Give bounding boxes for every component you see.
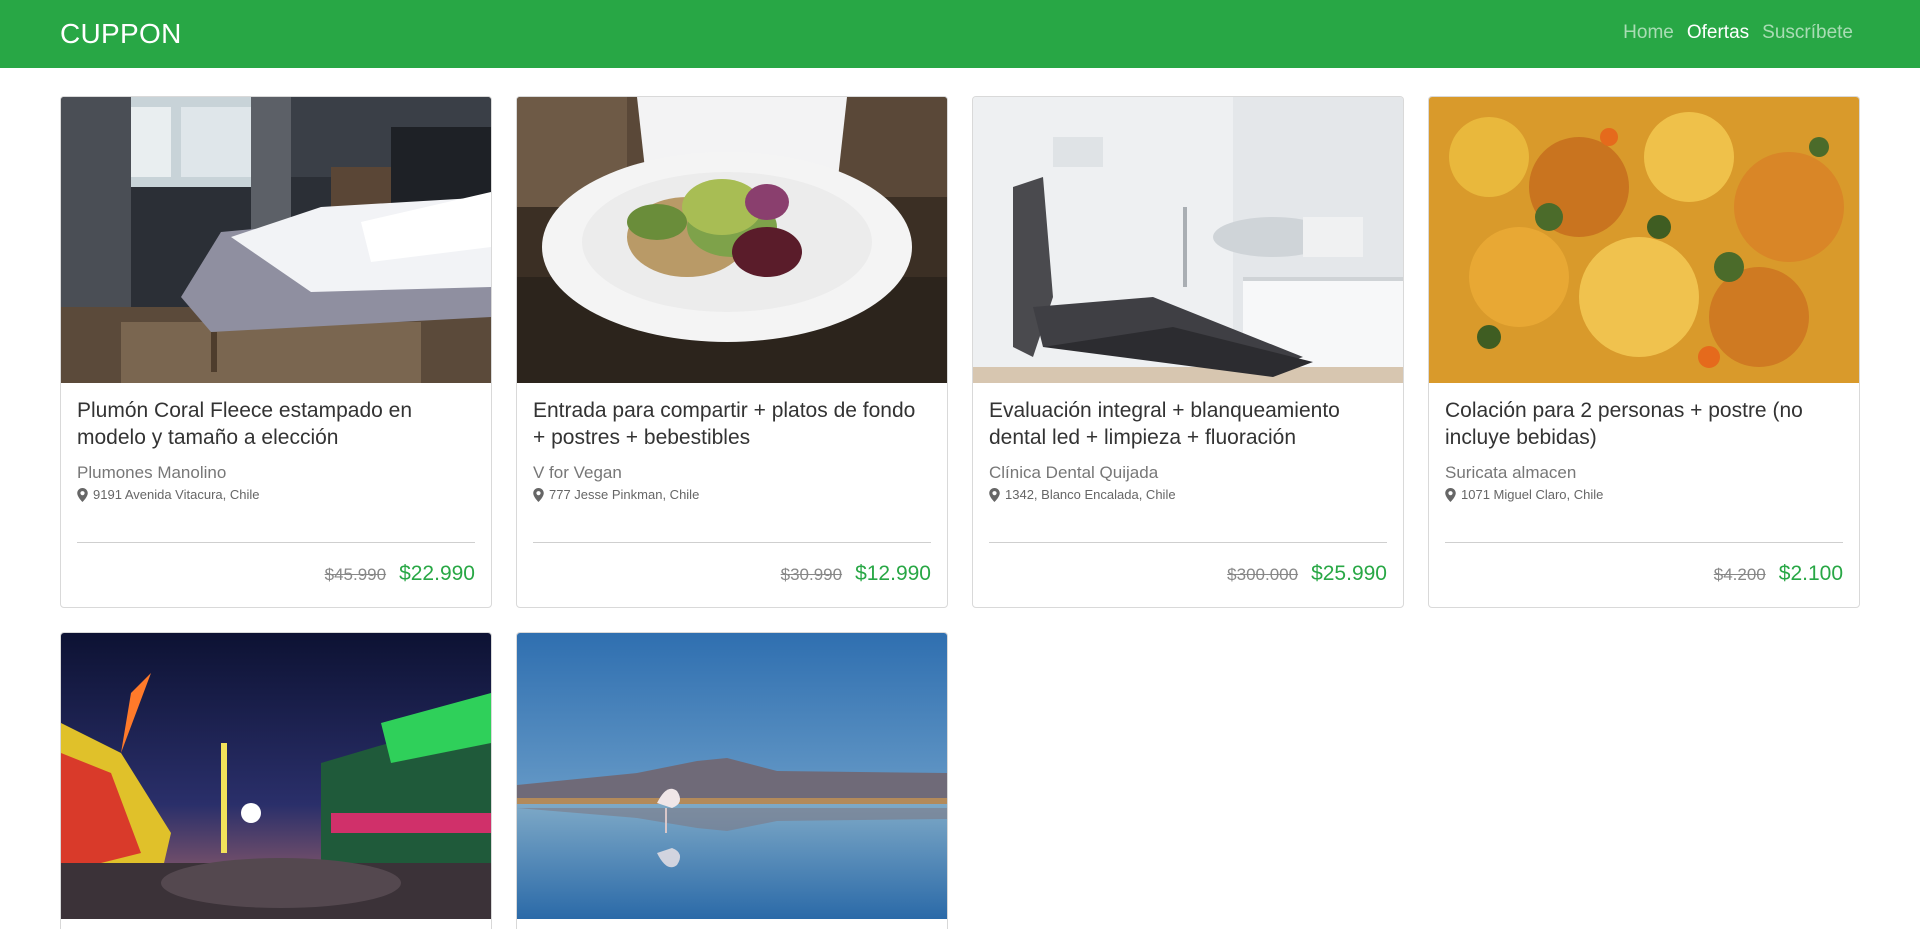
address-text: 777 Jesse Pinkman, Chile — [549, 487, 700, 502]
location-pin-icon — [533, 487, 544, 502]
nav-links: Home Ofertas Suscríbete — [1623, 22, 1853, 44]
price-group: $30.990 $12.990 — [781, 562, 931, 586]
address: 1071 Miguel Claro, Chile — [1445, 487, 1843, 502]
address: 777 Jesse Pinkman, Chile — [533, 487, 931, 502]
offer-image-bedroom[interactable] — [61, 97, 491, 383]
new-price: $25.990 — [1311, 562, 1387, 585]
location-pin-icon — [77, 487, 88, 502]
merchant-name: Clínica Dental Quijada — [989, 463, 1159, 482]
brand-logo[interactable]: CUPPON — [60, 18, 182, 50]
offer-title[interactable]: Plumón Coral Fleece estampado en modelo … — [77, 397, 475, 451]
address-text: 1342, Blanco Encalada, Chile — [1005, 487, 1176, 502]
divider — [533, 542, 931, 543]
merchant-name: Plumones Manolino — [77, 463, 227, 482]
offer-card[interactable] — [60, 632, 492, 929]
offer-title[interactable]: Entrada para compartir + platos de fondo… — [533, 397, 931, 451]
old-price: $30.990 — [780, 565, 843, 584]
nav-link-suscribete[interactable]: Suscríbete — [1762, 22, 1853, 44]
old-price: $300.000 — [1227, 565, 1299, 584]
divider — [1445, 542, 1843, 543]
offer-title[interactable]: Evaluación integral + blanqueamiento den… — [989, 397, 1387, 451]
address: 1342, Blanco Encalada, Chile — [989, 487, 1387, 502]
offer-card[interactable]: Evaluación integral + blanqueamiento den… — [972, 96, 1404, 608]
navbar: CUPPON Home Ofertas Suscríbete — [0, 0, 1920, 68]
new-price: $2.100 — [1778, 562, 1843, 585]
nav-link-home[interactable]: Home — [1623, 22, 1674, 44]
new-price: $22.990 — [399, 562, 475, 585]
price-group: $4.200 $2.100 — [1714, 562, 1843, 586]
price-group: $300.000 $25.990 — [1227, 562, 1387, 586]
old-price: $45.990 — [324, 565, 387, 584]
offer-card[interactable]: Entrada para compartir + platos de fondo… — [516, 96, 948, 608]
merchant-name: Suricata almacen — [1445, 463, 1577, 482]
price-group: $45.990 $22.990 — [325, 562, 475, 586]
offer-title[interactable]: Colación para 2 personas + postre (no in… — [1445, 397, 1843, 451]
location-pin-icon — [1445, 487, 1456, 502]
divider — [989, 542, 1387, 543]
offer-image-flamingo[interactable] — [517, 633, 947, 919]
location-pin-icon — [989, 487, 1000, 502]
offer-card[interactable] — [516, 632, 948, 929]
offer-image-food[interactable] — [1429, 97, 1859, 383]
old-price: $4.200 — [1713, 565, 1766, 584]
offer-image-dental[interactable] — [973, 97, 1403, 383]
offer-image-fairground[interactable] — [61, 633, 491, 919]
new-price: $12.990 — [855, 562, 931, 585]
offer-card[interactable]: Plumón Coral Fleece estampado en modelo … — [60, 96, 492, 608]
offer-image-salad[interactable] — [517, 97, 947, 383]
divider — [77, 542, 475, 543]
merchant-name: V for Vegan — [533, 463, 622, 482]
address: 9191 Avenida Vitacura, Chile — [77, 487, 475, 502]
address-text: 1071 Miguel Claro, Chile — [1461, 487, 1604, 502]
address-text: 9191 Avenida Vitacura, Chile — [93, 487, 260, 502]
offer-card[interactable]: Colación para 2 personas + postre (no in… — [1428, 96, 1860, 608]
nav-link-ofertas[interactable]: Ofertas — [1687, 22, 1749, 44]
